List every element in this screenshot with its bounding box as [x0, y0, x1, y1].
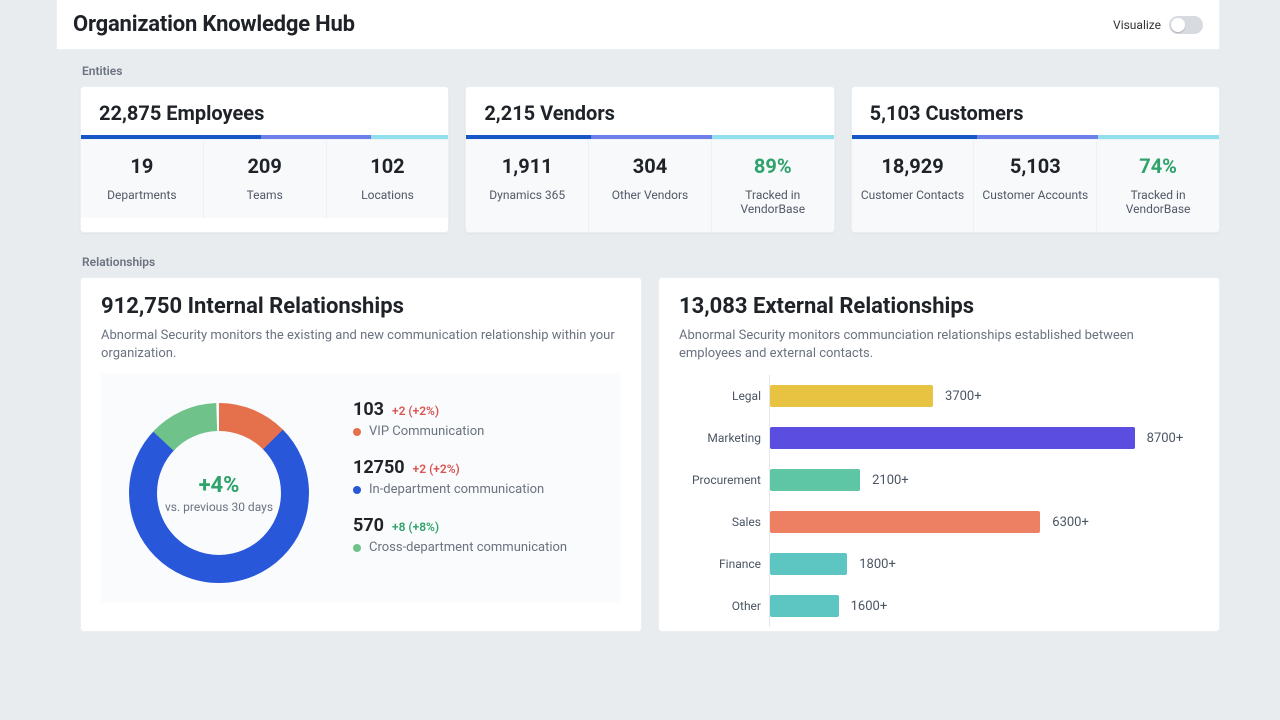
stat-label: Departments	[87, 188, 197, 202]
bar-label: Procurement	[679, 473, 769, 487]
internal-title: 912,750 Internal Relationships	[101, 294, 621, 319]
bar-value: 1600+	[851, 599, 888, 614]
stat-value: 18,929	[858, 154, 968, 178]
entity-stat: 19 Departments	[81, 139, 203, 218]
bar-label: Other	[679, 599, 769, 613]
entity-stat: 102 Locations	[326, 139, 449, 218]
bar-value: 8700+	[1147, 431, 1184, 446]
entity-title-vendors: 2,215 Vendors	[466, 87, 833, 135]
bar-label: Legal	[679, 389, 769, 403]
stat-label: Dynamics 365	[472, 188, 582, 202]
legend-delta: +8 (+8%)	[392, 520, 439, 534]
entity-stat: 1,911 Dynamics 365	[466, 139, 588, 232]
bar-value: 3700+	[945, 389, 982, 404]
bar-label: Marketing	[679, 431, 769, 445]
stat-value: 102	[333, 154, 443, 178]
external-desc: Abnormal Security monitors communciation…	[679, 327, 1199, 363]
bar-fill	[770, 511, 1040, 533]
donut-sub: vs. previous 30 days	[165, 500, 273, 514]
entity-title-customers: 5,103 Customers	[852, 87, 1219, 135]
legend-delta: +2 (+2%)	[413, 462, 460, 476]
legend-dot-icon	[353, 486, 361, 494]
external-bar-chart: Legal 3700+ Marketing 8700+ Procurement 2100+…	[679, 375, 1199, 627]
bar-value: 2100+	[872, 473, 909, 488]
stat-label: Tracked in VendorBase	[718, 188, 828, 216]
stat-label: Customer Accounts	[980, 188, 1090, 202]
external-relationships-card: 13,083 External Relationships Abnormal S…	[658, 277, 1220, 632]
stat-value: 304	[595, 154, 705, 178]
legend-value: 103	[353, 399, 384, 420]
bar-fill	[770, 385, 933, 407]
relationships-section-label: Relationships	[82, 255, 1220, 269]
entity-card-employees[interactable]: 22,875 Employees 19 Departments 209 Teams 10…	[80, 86, 449, 233]
entities-section-label: Entities	[82, 64, 1220, 78]
legend-item: 103 +2 (+2%) VIP Communication	[353, 399, 613, 439]
legend-delta: +2 (+2%)	[392, 404, 439, 418]
visualize-toggle-wrap: Visualize	[1113, 16, 1203, 34]
stat-value: 209	[210, 154, 320, 178]
stat-label: Other Vendors	[595, 188, 705, 202]
internal-legend: 103 +2 (+2%) VIP Communication 12750 +2 (+2%…	[353, 383, 613, 573]
entity-stat: 5,103 Customer Accounts	[973, 139, 1096, 232]
legend-value: 570	[353, 515, 384, 536]
stat-value: 19	[87, 154, 197, 178]
page-title: Organization Knowledge Hub	[73, 12, 355, 37]
entity-stat: 89% Tracked in VendorBase	[711, 139, 834, 232]
visualize-toggle[interactable]	[1169, 16, 1203, 34]
bar-row: Sales 6300+	[679, 501, 1199, 543]
bar-fill	[770, 427, 1135, 449]
entity-title-employees: 22,875 Employees	[81, 87, 448, 135]
entity-stat: 209 Teams	[203, 139, 326, 218]
bar-row: Legal 3700+	[679, 375, 1199, 417]
bar-fill	[770, 469, 860, 491]
external-title: 13,083 External Relationships	[679, 294, 1199, 319]
legend-label: Cross-department communication	[369, 540, 567, 555]
legend-label: In-department communication	[369, 482, 544, 497]
stat-label: Locations	[333, 188, 443, 202]
stat-label: Teams	[210, 188, 320, 202]
internal-donut-chart: +4% vs. previous 30 days	[109, 383, 329, 603]
donut-percent: +4%	[199, 473, 240, 498]
stat-label: Customer Contacts	[858, 188, 968, 202]
bar-fill	[770, 595, 839, 617]
bar-row: Marketing 8700+	[679, 417, 1199, 459]
legend-dot-icon	[353, 544, 361, 552]
page-header: Organization Knowledge Hub Visualize	[56, 0, 1220, 50]
bar-label: Finance	[679, 557, 769, 571]
bar-row: Other 1600+	[679, 585, 1199, 627]
bar-value: 6300+	[1052, 515, 1089, 530]
legend-label: VIP Communication	[369, 424, 484, 439]
entity-stat: 18,929 Customer Contacts	[852, 139, 974, 232]
bar-row: Finance 1800+	[679, 543, 1199, 585]
legend-value: 12750	[353, 457, 405, 478]
entity-stat: 304 Other Vendors	[588, 139, 711, 232]
bar-value: 1800+	[859, 557, 896, 572]
visualize-label: Visualize	[1113, 18, 1161, 32]
bar-row: Procurement 2100+	[679, 459, 1199, 501]
entity-card-vendors[interactable]: 2,215 Vendors 1,911 Dynamics 365 304 Other …	[465, 86, 834, 233]
legend-dot-icon	[353, 428, 361, 436]
entity-stat: 74% Tracked in VendorBase	[1096, 139, 1219, 232]
stat-value: 89%	[718, 154, 828, 178]
stat-value: 5,103	[980, 154, 1090, 178]
legend-item: 570 +8 (+8%) Cross-department communicatio…	[353, 515, 613, 555]
bar-label: Sales	[679, 515, 769, 529]
entity-card-customers[interactable]: 5,103 Customers 18,929 Customer Contacts 5…	[851, 86, 1220, 233]
stat-value: 1,911	[472, 154, 582, 178]
internal-relationships-card: 912,750 Internal Relationships Abnormal …	[80, 277, 642, 632]
stat-value: 74%	[1103, 154, 1213, 178]
internal-desc: Abnormal Security monitors the existing …	[101, 327, 621, 363]
legend-item: 12750 +2 (+2%) In-department communication	[353, 457, 613, 497]
stat-label: Tracked in VendorBase	[1103, 188, 1213, 216]
bar-fill	[770, 553, 847, 575]
